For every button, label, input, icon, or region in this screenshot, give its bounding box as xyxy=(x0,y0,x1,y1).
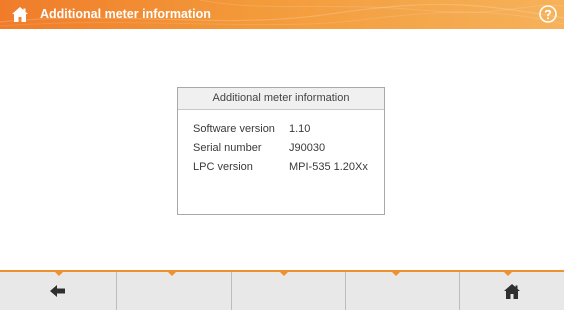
info-row-serial-number: Serial number J90030 xyxy=(193,142,384,161)
toolbar-button-2[interactable] xyxy=(117,272,231,310)
page-title: Additional meter information xyxy=(40,7,211,21)
help-button[interactable] xyxy=(538,4,558,24)
title-bar: Additional meter information xyxy=(0,0,564,29)
help-icon xyxy=(539,5,557,23)
info-value: 1.10 xyxy=(289,123,311,135)
toolbar-button-4[interactable] xyxy=(346,272,459,310)
bottom-toolbar xyxy=(0,270,564,310)
info-list: Software version 1.10 Serial number J900… xyxy=(178,110,384,180)
info-label: LPC version xyxy=(193,161,253,173)
info-row-lpc-version: LPC version MPI-535 1.20Xx xyxy=(193,161,384,180)
toolbar-button-3[interactable] xyxy=(232,272,345,310)
home-icon xyxy=(12,6,28,22)
meter-info-panel: Additional meter information Software ve… xyxy=(177,87,385,215)
panel-title: Additional meter information xyxy=(178,88,384,110)
info-value: MPI-535 1.20Xx xyxy=(289,161,368,173)
info-label: Serial number xyxy=(193,142,262,154)
info-row-software-version: Software version 1.10 xyxy=(193,123,384,142)
back-arrow-icon xyxy=(50,285,65,297)
home-button[interactable] xyxy=(10,4,30,24)
home-icon xyxy=(504,283,520,299)
home-toolbar-button[interactable] xyxy=(460,272,564,310)
info-label: Software version xyxy=(193,123,275,135)
info-value: J90030 xyxy=(289,142,326,154)
back-button[interactable] xyxy=(0,272,116,310)
